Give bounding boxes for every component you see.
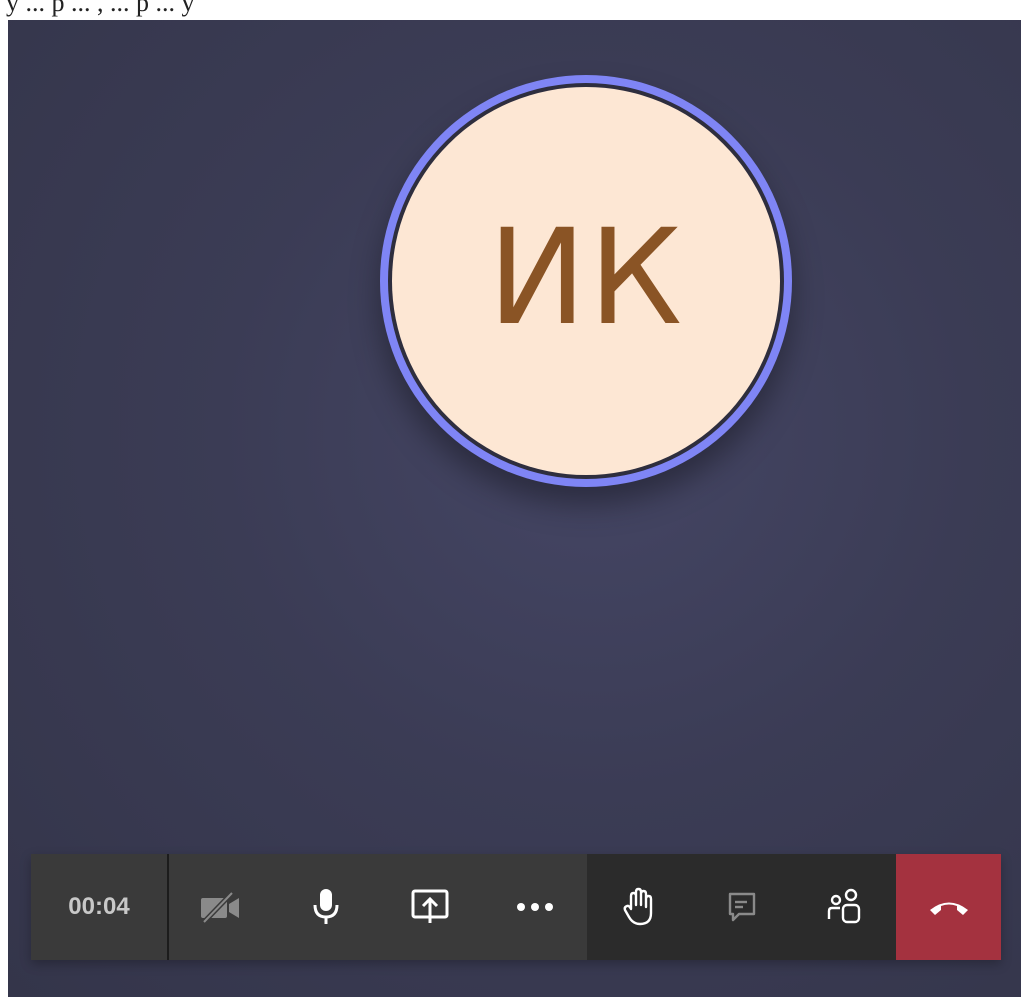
call-control-bar: 00:04 — [31, 854, 1001, 960]
raise-hand-button[interactable] — [609, 877, 669, 937]
cropped-document-strip: у ... р ... , ... р ... у — [0, 0, 1021, 20]
camera-off-icon — [201, 891, 240, 924]
hang-up-button[interactable] — [896, 854, 1001, 960]
more-dots-icon — [516, 903, 553, 911]
camera-toggle-button[interactable] — [191, 877, 251, 937]
main-controls-segment — [169, 854, 587, 960]
share-screen-icon — [411, 889, 449, 923]
cropped-document-text: у ... р ... , ... р ... у — [6, 0, 195, 17]
participant-avatar: ИК — [392, 87, 780, 475]
more-actions-button[interactable] — [505, 877, 565, 937]
chat-icon — [728, 892, 755, 922]
participant-avatar-ring: ИК — [380, 75, 792, 487]
call-timer: 00:04 — [68, 893, 130, 920]
share-screen-button[interactable] — [400, 877, 460, 937]
secondary-controls-segment — [587, 854, 896, 960]
participant-initials: ИК — [487, 201, 685, 355]
participants-icon — [827, 888, 860, 924]
meeting-stage: ИК 00:04 — [8, 20, 1021, 997]
chat-button[interactable] — [712, 877, 772, 937]
microphone-button[interactable] — [296, 877, 356, 937]
screenshot-root: у ... р ... , ... р ... у ИК 00:04 — [0, 0, 1021, 997]
avatar-ring-gap: ИК — [388, 83, 784, 479]
call-timer-segment: 00:04 — [31, 854, 169, 960]
hang-up-icon — [929, 902, 968, 915]
microphone-icon — [313, 889, 339, 924]
raise-hand-icon — [623, 887, 652, 926]
participants-button[interactable] — [815, 877, 875, 937]
